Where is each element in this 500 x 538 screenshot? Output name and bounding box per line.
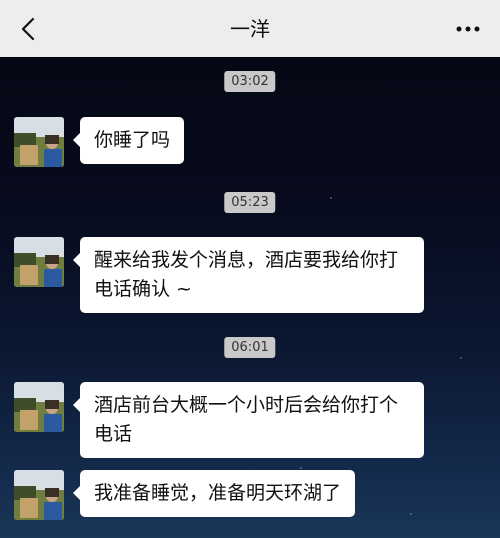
message-bubble[interactable]: 我准备睡觉，准备明天环湖了 (72, 470, 356, 517)
message-bubble[interactable]: 醒来给我发个消息，酒店要我给你打电话确认 ~ (73, 237, 424, 313)
message-bubble[interactable]: 你睡了吗 (72, 117, 185, 164)
avatar[interactable] (14, 117, 64, 167)
avatar[interactable] (14, 237, 64, 287)
timestamp: 06:01 (224, 337, 276, 358)
timestamp: 03:02 (224, 71, 276, 92)
chat-area[interactable]: 03:02 你睡了吗 05:23 醒来给我发个消息，酒店要我给你打电话确认 ~ … (0, 57, 500, 538)
more-dots-icon (456, 26, 480, 32)
chat-header: 一洋 (0, 0, 500, 57)
more-button[interactable] (452, 15, 484, 43)
chat-title: 一洋 (230, 17, 270, 41)
avatar[interactable] (14, 382, 64, 432)
avatar[interactable] (14, 470, 64, 520)
message-bubble[interactable]: 酒店前台大概一个小时后会给你打个电话 (73, 382, 424, 458)
timestamp: 05:23 (224, 192, 276, 213)
